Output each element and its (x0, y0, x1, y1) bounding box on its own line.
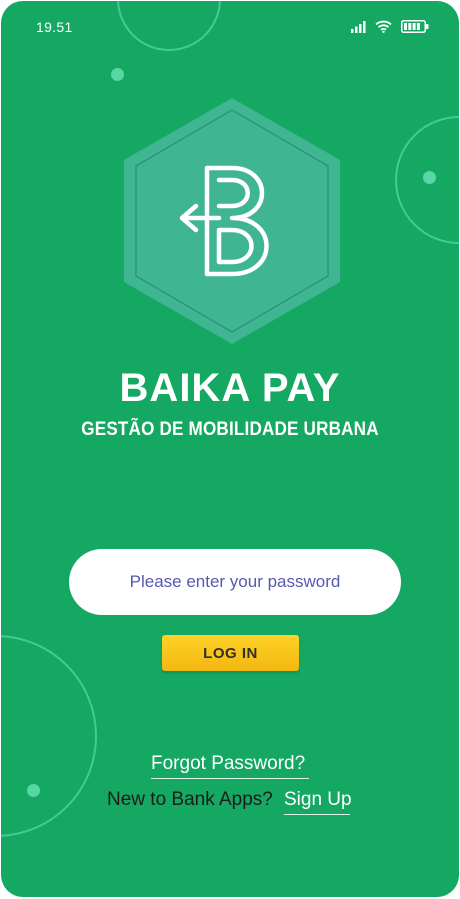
decorative-dot (423, 171, 436, 184)
decorative-ring (1, 635, 97, 837)
decorative-dot (111, 68, 124, 81)
status-bar: 19.51 (1, 1, 459, 53)
baika-logo-icon (124, 98, 340, 344)
status-time: 19.51 (36, 19, 73, 35)
password-input[interactable] (69, 549, 401, 615)
new-user-prompt: New to Bank Apps? (107, 789, 273, 810)
decorative-dot (27, 784, 40, 797)
status-icons (351, 20, 429, 33)
app-subtitle: GESTÃO DE MOBILIDADE URBANA (81, 419, 379, 440)
app-title: BAIKA PAY (119, 366, 341, 410)
login-button[interactable]: LOG IN (162, 635, 299, 671)
app-screen: 19.51 BAIKA PAY GESTÃO DE MOBILIDADE URB… (1, 1, 459, 897)
forgot-password-link[interactable]: Forgot Password? (151, 753, 309, 779)
sign-up-link[interactable]: Sign Up (284, 789, 352, 815)
battery-icon (401, 20, 429, 33)
wifi-icon (375, 20, 392, 33)
cellular-signal-icon (351, 20, 366, 33)
